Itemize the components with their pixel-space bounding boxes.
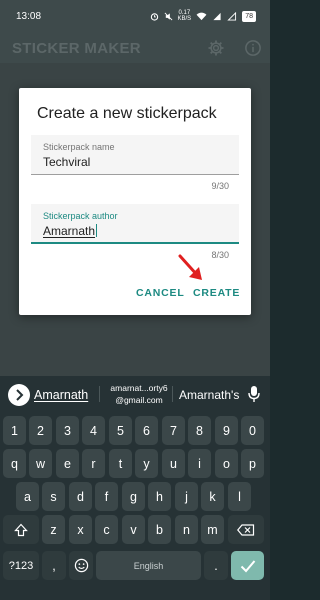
key-3[interactable]: 3 — [56, 416, 79, 445]
backspace-key[interactable] — [228, 515, 264, 544]
shift-key[interactable] — [3, 515, 39, 544]
status-bar: 13:08 0.17 KB/S 78 — [0, 0, 270, 33]
field-value: Techviral — [43, 155, 91, 169]
suggestion-last[interactable]: Amarnath's — [179, 388, 239, 402]
key-0[interactable]: 0 — [241, 416, 264, 445]
key-y[interactable]: y — [135, 449, 158, 478]
author-char-counter: 8/30 — [211, 250, 229, 260]
enter-key[interactable] — [231, 551, 264, 580]
key-e[interactable]: e — [56, 449, 79, 478]
key-u[interactable]: u — [162, 449, 185, 478]
key-q[interactable]: q — [3, 449, 26, 478]
key-h[interactable]: h — [148, 482, 171, 511]
emoji-key[interactable] — [69, 551, 93, 580]
key-o[interactable]: o — [215, 449, 238, 478]
key-d[interactable]: d — [69, 482, 92, 511]
status-icons: 0.17 KB/S 78 — [150, 10, 256, 22]
key-s[interactable]: s — [42, 482, 65, 511]
suggestion-first[interactable]: Amarnath — [34, 388, 88, 402]
expand-suggestions-button[interactable] — [8, 384, 30, 406]
signal-icon-2 — [227, 11, 237, 21]
status-time: 13:08 — [16, 11, 42, 22]
key-2[interactable]: 2 — [29, 416, 52, 445]
key-p[interactable]: p — [241, 449, 264, 478]
field-underline — [31, 174, 239, 175]
key-w[interactable]: w — [29, 449, 52, 478]
app-bar: STICKER MAKER — [0, 33, 270, 63]
field-value: Amarnath — [43, 224, 98, 238]
key-c[interactable]: c — [95, 515, 118, 544]
signal-icon — [213, 12, 221, 20]
checkmark-icon — [240, 559, 255, 572]
mute-icon — [164, 12, 172, 20]
battery-indicator: 78 — [242, 10, 256, 22]
suggestion-middle[interactable]: amarnat...orty6 @gmail.com — [100, 382, 178, 406]
key-b[interactable]: b — [148, 515, 171, 544]
field-underline — [31, 242, 239, 244]
key-7[interactable]: 7 — [162, 416, 185, 445]
comma-key[interactable]: , — [42, 551, 66, 580]
key-g[interactable]: g — [122, 482, 145, 511]
field-label: Stickerpack author — [43, 211, 118, 221]
cancel-button[interactable]: CANCEL — [136, 287, 185, 299]
key-8[interactable]: 8 — [188, 416, 211, 445]
dialog-title: Create a new stickerpack — [37, 105, 217, 122]
period-key[interactable]: . — [204, 551, 228, 580]
suggestion-divider — [172, 386, 173, 402]
key-6[interactable]: 6 — [135, 416, 158, 445]
network-speed: 0.17 KB/S — [178, 10, 192, 22]
create-button[interactable]: CREATE — [193, 287, 240, 299]
key-j[interactable]: j — [175, 482, 198, 511]
chevron-right-icon — [16, 389, 24, 401]
red-arrow-icon — [178, 254, 202, 280]
suggestion-bar: Amarnath amarnat...orty6 @gmail.com Amar… — [0, 376, 270, 412]
key-4[interactable]: 4 — [82, 416, 105, 445]
key-v[interactable]: v — [122, 515, 145, 544]
key-t[interactable]: t — [109, 449, 132, 478]
key-z[interactable]: z — [42, 515, 65, 544]
suggestion-middle-line1: amarnat...orty6 — [110, 383, 168, 393]
space-key[interactable]: English — [96, 551, 201, 580]
space-key-label: English — [133, 560, 164, 571]
key-n[interactable]: n — [175, 515, 198, 544]
alarm-icon — [150, 12, 158, 21]
microphone-icon[interactable] — [247, 385, 261, 403]
info-icon[interactable] — [244, 39, 262, 57]
key-a[interactable]: a — [16, 482, 39, 511]
key-1[interactable]: 1 — [3, 416, 26, 445]
wifi-icon — [196, 12, 207, 20]
gear-icon[interactable] — [207, 39, 225, 57]
field-label: Stickerpack name — [43, 142, 115, 152]
shift-icon — [14, 523, 28, 536]
key-i[interactable]: i — [188, 449, 211, 478]
app-title: STICKER MAKER — [12, 40, 141, 57]
speed-unit: KB/S — [177, 16, 192, 22]
backspace-icon — [237, 523, 255, 536]
key-f[interactable]: f — [95, 482, 118, 511]
stickerpack-author-field[interactable]: Stickerpack author Amarnath — [31, 204, 239, 244]
symbols-key[interactable]: ?123 — [3, 551, 39, 580]
text-caret — [96, 224, 98, 237]
stickerpack-name-field[interactable]: Stickerpack name Techviral — [31, 135, 239, 175]
field-value-text: Amarnath — [43, 224, 96, 238]
name-char-counter: 9/30 — [211, 181, 229, 191]
suggestion-middle-line2: @gmail.com — [115, 395, 163, 405]
keyboard: Amarnath amarnat...orty6 @gmail.com Amar… — [0, 376, 270, 600]
key-x[interactable]: x — [69, 515, 92, 544]
key-r[interactable]: r — [82, 449, 105, 478]
key-k[interactable]: k — [201, 482, 224, 511]
key-m[interactable]: m — [201, 515, 224, 544]
emoji-icon — [74, 558, 88, 573]
key-9[interactable]: 9 — [215, 416, 238, 445]
key-5[interactable]: 5 — [109, 416, 132, 445]
key-l[interactable]: l — [228, 482, 251, 511]
create-stickerpack-dialog: Create a new stickerpack Stickerpack nam… — [19, 88, 251, 315]
